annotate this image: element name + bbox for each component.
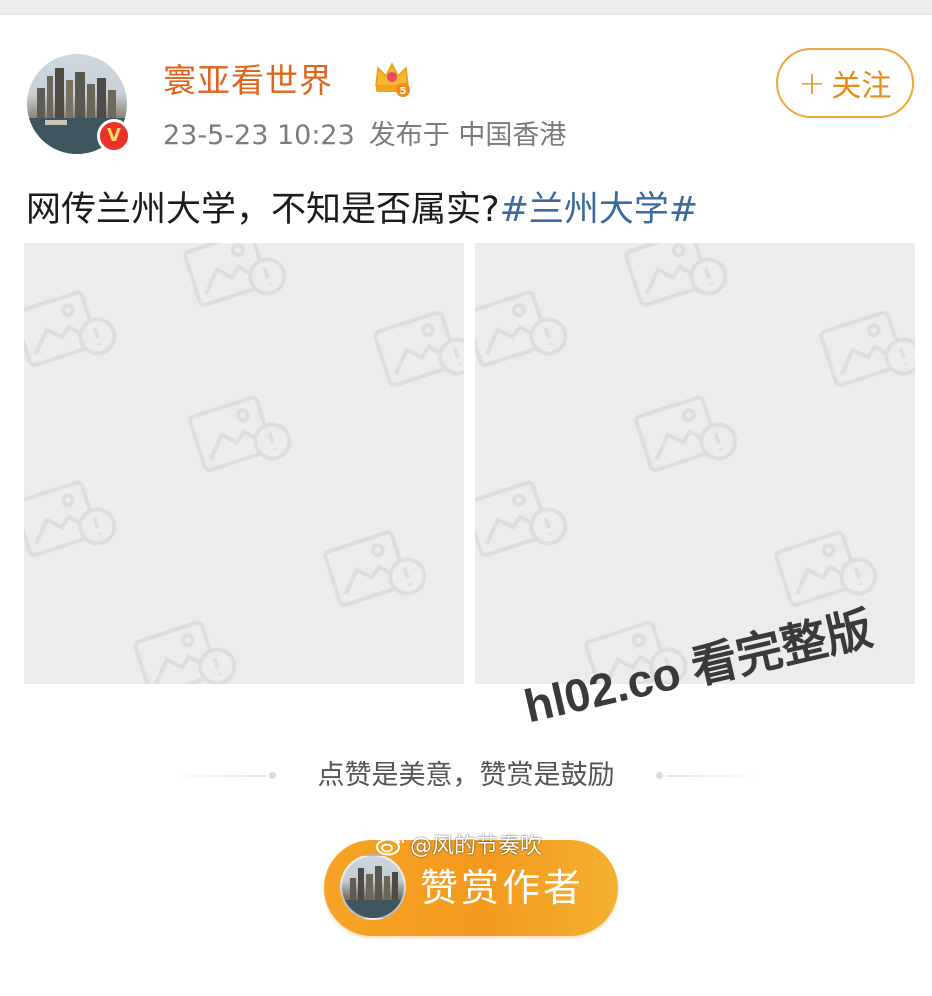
username[interactable]: 寰亚看世界 bbox=[163, 58, 333, 104]
reward-avatar bbox=[340, 854, 406, 920]
post-body: 网传兰州大学，不知是否属实? bbox=[26, 190, 500, 230]
divider-line-right bbox=[666, 775, 766, 777]
post-location: 发布于 中国香港 bbox=[368, 120, 567, 151]
hashtag-link[interactable]: #兰州大学# bbox=[500, 190, 699, 230]
post-meta: 23-5-23 10:23 发布于 中国香港 bbox=[163, 116, 566, 156]
reward-button-label: 赞赏作者 bbox=[420, 866, 585, 910]
level-number: 5 bbox=[400, 86, 407, 97]
post-image-1[interactable] bbox=[24, 243, 464, 684]
post-time: 23-5-23 10:23 bbox=[163, 120, 355, 151]
reward-avatar-skyline bbox=[342, 866, 404, 918]
broken-image-icon bbox=[24, 243, 464, 684]
weibo-watermark-text: @风的节奏吹 bbox=[410, 834, 543, 859]
top-strip bbox=[0, 0, 932, 15]
post-text: 网传兰州大学，不知是否属实?#兰州大学# bbox=[26, 186, 698, 234]
reward-divider: 点赞是美意，赞赏是鼓励 bbox=[166, 754, 766, 798]
weibo-watermark: @风的节奏吹 bbox=[376, 828, 542, 860]
divider-dot-right bbox=[656, 772, 663, 779]
verified-v-icon: V bbox=[97, 119, 131, 153]
follow-label: 关注 bbox=[831, 69, 892, 104]
weibo-logo-icon bbox=[376, 835, 404, 856]
follow-button[interactable]: + 关注 bbox=[776, 48, 914, 118]
crown-level-icon: 5 bbox=[375, 62, 410, 97]
plus-icon: + bbox=[798, 64, 826, 102]
